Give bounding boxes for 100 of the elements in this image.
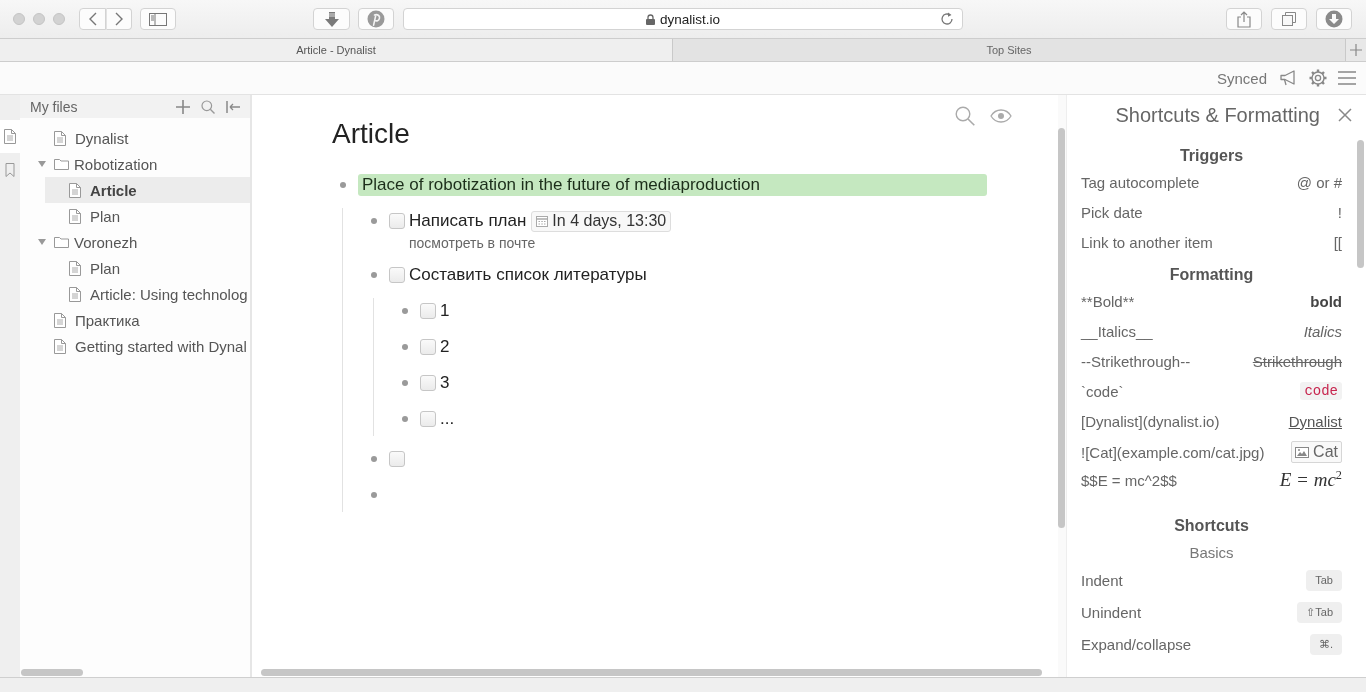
sidebar-button[interactable] xyxy=(140,8,176,30)
tree-item[interactable]: Практика xyxy=(30,307,250,333)
reload-icon[interactable] xyxy=(940,12,954,26)
document-icon xyxy=(4,129,16,144)
scrollbar-thumb[interactable] xyxy=(261,669,1042,676)
markdown-syntax: ![Cat](example.com/cat.jpg) xyxy=(1081,443,1265,461)
sync-status: Synced xyxy=(1216,69,1267,87)
bookmark-icon xyxy=(5,162,15,177)
checkbox[interactable] xyxy=(420,303,436,319)
browser-tab[interactable]: Article - Dynalist xyxy=(0,39,672,61)
key-badge: ⇧Tab xyxy=(1297,601,1342,623)
tree-item[interactable]: Article xyxy=(45,177,250,203)
forward-button[interactable] xyxy=(106,8,132,30)
shortcut-label: Pick date xyxy=(1081,203,1143,221)
link[interactable]: Dynalist xyxy=(1288,412,1342,430)
calendar-icon xyxy=(536,215,549,227)
tree-item[interactable]: Robotization xyxy=(30,151,250,177)
scrollbar-thumb[interactable] xyxy=(21,669,83,676)
search-icon[interactable] xyxy=(955,106,975,126)
bullet-icon[interactable] xyxy=(371,218,377,224)
search-icon[interactable] xyxy=(201,99,215,114)
plus-icon[interactable] xyxy=(176,99,190,114)
disclosure-triangle-icon[interactable] xyxy=(38,161,46,167)
eye-icon[interactable] xyxy=(990,109,1012,123)
shortcut-label: Unindent xyxy=(1081,603,1142,621)
download-button[interactable] xyxy=(313,8,350,30)
markdown-syntax: **Bold** xyxy=(1081,292,1135,310)
tree-item[interactable]: Dynalist xyxy=(30,125,250,151)
close-icon[interactable] xyxy=(1338,108,1352,122)
key-badge: ⌘. xyxy=(1309,633,1342,655)
tabs-button[interactable] xyxy=(1271,8,1307,30)
strikethrough-text: Strikethrough xyxy=(1252,352,1342,370)
bullet-icon[interactable] xyxy=(402,380,408,386)
checkbox[interactable] xyxy=(420,339,436,355)
scrollbar-thumb[interactable] xyxy=(1058,128,1065,528)
overlapping-squares-icon xyxy=(1282,12,1296,26)
checkbox[interactable] xyxy=(389,267,405,283)
markdown-syntax: `code` xyxy=(1081,382,1124,400)
folder-icon xyxy=(54,236,69,248)
address-field[interactable]: dynalist.io xyxy=(403,8,963,30)
document-icon xyxy=(69,286,81,302)
chevron-right-icon xyxy=(115,12,123,26)
document-icon xyxy=(54,338,66,354)
megaphone-icon[interactable] xyxy=(1280,70,1298,86)
image-alt-text: Cat xyxy=(1313,443,1338,461)
download-circle-icon xyxy=(1325,10,1343,28)
checkbox[interactable] xyxy=(420,375,436,391)
trigger-text: [[ xyxy=(1333,233,1342,251)
circle-logo-icon xyxy=(367,10,385,28)
sidebar-title: My files xyxy=(30,98,79,115)
date-badge[interactable]: In 4 days, 13:30 xyxy=(531,210,672,232)
tree-item[interactable]: Plan xyxy=(45,255,250,281)
image-icon xyxy=(1295,446,1310,458)
tree-item[interactable]: Article: Using technolog xyxy=(45,281,250,307)
panel-title: Shortcuts & Formatting xyxy=(1115,103,1320,127)
new-tab-button[interactable] xyxy=(1345,39,1366,61)
tree-item[interactable]: Plan xyxy=(45,203,250,229)
back-button[interactable] xyxy=(79,8,106,30)
item-text: Place of robotization in the future of mediaproduction xyxy=(358,174,987,196)
bullet-icon[interactable] xyxy=(340,182,346,188)
scrollbar-thumb[interactable] xyxy=(1357,140,1364,268)
document-icon xyxy=(69,182,81,198)
document-title: Article xyxy=(332,117,411,151)
bar-arrow-left-icon[interactable] xyxy=(226,100,240,113)
bullet-icon[interactable] xyxy=(402,308,408,314)
trigger-text: ! xyxy=(1337,203,1342,221)
tree-item[interactable]: Getting started with Dynal xyxy=(30,333,250,359)
section-heading: Triggers xyxy=(1178,146,1245,166)
window-zoom-button[interactable] xyxy=(53,13,65,25)
item-text: 2 xyxy=(440,336,450,358)
markdown-syntax: --Strikethrough-- xyxy=(1081,352,1191,370)
checkbox[interactable] xyxy=(389,213,405,229)
downloads-button[interactable] xyxy=(1316,8,1352,30)
checkbox[interactable] xyxy=(389,451,405,467)
italic-text: Italics xyxy=(1303,322,1342,340)
folder-icon xyxy=(54,158,69,170)
window-minimize-button[interactable] xyxy=(33,13,45,25)
bullet-icon[interactable] xyxy=(371,456,377,462)
window-close-button[interactable] xyxy=(13,13,25,25)
bullet-icon[interactable] xyxy=(371,272,377,278)
sidebar-icon xyxy=(149,12,167,26)
lock-icon xyxy=(646,13,655,25)
shortcut-label: Link to another item xyxy=(1081,233,1213,251)
formula: E = mc$^{2}$ xyxy=(1279,468,1342,492)
disclosure-triangle-icon[interactable] xyxy=(38,239,46,245)
bullet-icon[interactable] xyxy=(402,416,408,422)
document-icon xyxy=(69,260,81,276)
tree-item[interactable]: Voronezh xyxy=(30,229,250,255)
bullet-icon[interactable] xyxy=(402,344,408,350)
checkbox[interactable] xyxy=(420,411,436,427)
document-icon xyxy=(54,130,66,146)
section-heading: Shortcuts xyxy=(1173,516,1250,536)
bold-text: bold xyxy=(1310,292,1342,310)
bullet-icon[interactable] xyxy=(371,492,377,498)
markdown-syntax: __Italics__ xyxy=(1081,322,1153,340)
menu-icon[interactable] xyxy=(1338,71,1356,85)
settings-icon[interactable] xyxy=(1309,69,1327,87)
extension-button[interactable] xyxy=(358,8,394,30)
share-button[interactable] xyxy=(1226,8,1262,30)
code-sample: code xyxy=(1300,382,1342,400)
